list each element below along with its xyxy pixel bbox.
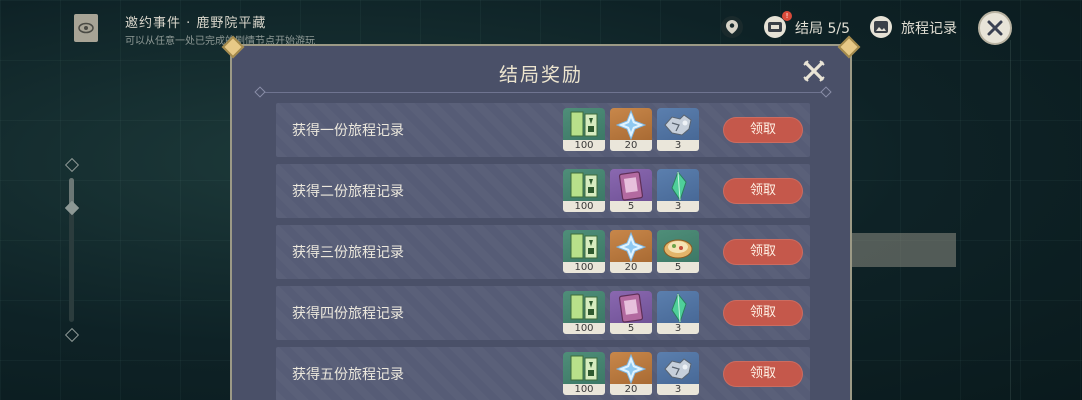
reward-items: 100 20 3 [563,108,699,151]
reward-item-count: 5 [610,201,652,212]
reward-item[interactable]: 5 [610,291,652,334]
quest-title: 邀约事件 · 鹿野院平藏 [125,16,267,31]
claim-button[interactable]: 领取 [723,178,803,204]
reward-item[interactable]: 20 [610,230,652,273]
reward-row-label: 获得四份旅程记录 [292,306,404,322]
claim-button[interactable]: 领取 [723,361,803,387]
background-slab [850,233,956,267]
panel-close-icon[interactable] [801,58,827,84]
exp-book-icon [563,291,605,324]
reward-list: 获得一份旅程记录 100 20 3 领取 获得二份旅程记录 100 5 3 领取 获得三份旅程记录 1… [276,103,810,400]
reward-item[interactable]: 3 [657,108,699,151]
notification-badge: ! [782,11,792,21]
hero-wit-book-icon [610,169,652,202]
reward-items: 100 20 3 [563,352,699,395]
reward-row: 获得三份旅程记录 100 20 5 领取 [276,225,810,279]
journey-record-icon[interactable] [870,16,892,38]
ore-icon [657,352,699,385]
reward-row-label: 获得三份旅程记录 [292,245,404,261]
divider-cap-icon [254,86,266,98]
panel-title: 结局奖励 [498,64,583,86]
reward-item-count: 3 [657,201,699,212]
exp-book-icon [563,230,605,263]
reward-row: 获得五份旅程记录 100 20 3 领取 [276,347,810,400]
primogem-icon [610,230,652,263]
reward-item[interactable]: 100 [563,230,605,273]
claim-button[interactable]: 领取 [723,117,803,143]
exp-book-icon [563,352,605,385]
reward-item-count: 20 [610,140,652,151]
ore-icon [657,108,699,141]
reward-row-label: 获得一份旅程记录 [292,123,404,139]
reward-item-count: 100 [563,262,605,273]
reward-item[interactable]: 3 [657,291,699,334]
reward-item[interactable]: 20 [610,352,652,395]
food-dish-icon [657,230,699,263]
reward-row-label: 获得五份旅程记录 [292,367,404,383]
reward-items: 100 5 3 [563,169,699,212]
reward-item[interactable]: 5 [657,230,699,273]
reward-item-count: 5 [657,262,699,273]
claim-button[interactable]: 领取 [723,239,803,265]
primogem-icon [610,108,652,141]
reward-item[interactable]: 3 [657,169,699,212]
reward-items: 100 5 3 [563,291,699,334]
hero-wit-book-icon [610,291,652,324]
title-divider [260,92,826,93]
reward-item[interactable]: 100 [563,291,605,334]
reward-item-count: 5 [610,323,652,334]
reward-item[interactable]: 100 [563,169,605,212]
reward-item[interactable]: 100 [563,108,605,151]
exp-book-icon [563,108,605,141]
reward-item[interactable]: 3 [657,352,699,395]
reward-item[interactable]: 20 [610,108,652,151]
journey-record-button[interactable]: 旅程记录 [901,18,957,38]
ending-rewards-panel: 结局奖励 获得一份旅程记录 100 20 3 领取 获得二份旅程记录 100 5 3 领取 获得三份… [221,35,861,400]
ending-progress[interactable]: 结局 5/5 [795,18,850,38]
exp-book-icon [563,169,605,202]
map-pin-icon[interactable] [721,16,743,38]
close-icon[interactable] [978,11,1012,45]
reward-item-count: 20 [610,262,652,273]
reward-item-count: 20 [610,384,652,395]
reward-item-count: 3 [657,323,699,334]
reward-item-count: 100 [563,323,605,334]
background-line [1010,40,1011,400]
claim-button[interactable]: 领取 [723,300,803,326]
reward-item-count: 3 [657,140,699,151]
reward-item[interactable]: 5 [610,169,652,212]
reward-row: 获得二份旅程记录 100 5 3 领取 [276,164,810,218]
reward-row: 获得四份旅程记录 100 5 3 领取 [276,286,810,340]
top-bar: 邀约事件 · 鹿野院平藏 可以从任意一处已完成的剧情节点开始游玩 ! 结局 5/… [0,0,1082,50]
crystal-icon [657,291,699,324]
reward-item-count: 3 [657,384,699,395]
reward-items: 100 20 5 [563,230,699,273]
reward-item-count: 100 [563,384,605,395]
reward-item-count: 100 [563,201,605,212]
primogem-icon [610,352,652,385]
crystal-icon [657,169,699,202]
quest-book-icon [74,14,98,42]
reward-row-label: 获得二份旅程记录 [292,184,404,200]
reward-row: 获得一份旅程记录 100 20 3 领取 [276,103,810,157]
divider-cap-icon [820,86,832,98]
reward-item-count: 100 [563,140,605,151]
reward-item[interactable]: 100 [563,352,605,395]
